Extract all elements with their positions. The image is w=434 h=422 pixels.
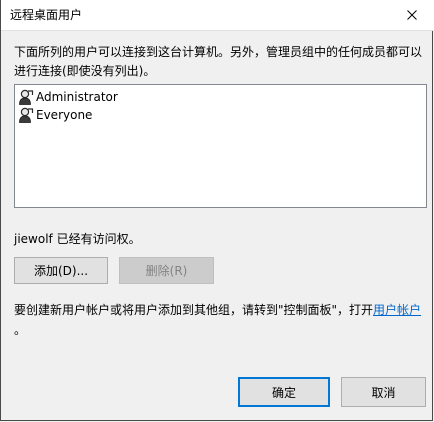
user-name: Administrator [36,90,118,104]
footer-tail: 。 [14,323,27,337]
close-button[interactable] [389,0,434,30]
description-text: 下面所列的用户可以连接到这台计算机。另外，管理员组中的任何成员都可以进行连接(即… [14,45,423,78]
user-icon [19,89,34,105]
close-icon [407,10,417,20]
user-accounts-link[interactable]: 用户帐户 [373,303,421,317]
list-item[interactable]: Everyone [18,106,92,124]
remove-button[interactable]: 删除(R) [119,257,214,284]
footer-message: 要创建新用户帐户或将用户添加到其他组，请转到"控制面板"，打开 [14,303,374,317]
users-listbox[interactable]: Administrator Everyone [14,84,427,208]
footer-text: 要创建新用户帐户或将用户添加到其他组，请转到"控制面板"，打开用户帐户 。 [14,300,424,340]
list-item[interactable]: Administrator [18,88,118,106]
window-title: 远程桌面用户 [10,8,83,22]
add-button[interactable]: 添加(D)... [14,257,108,284]
user-icon [19,107,34,123]
user-name: Everyone [36,108,93,122]
dialog-window: 远程桌面用户 下面所列的用户可以连接到这台计算机。另外，管理员组中的任何成员都可… [0,0,434,421]
title-bar[interactable]: 远程桌面用户 [1,0,434,31]
ok-button[interactable]: 确定 [238,377,330,407]
access-status: jiewolf 已经有访问权。 [14,232,141,246]
cancel-button[interactable]: 取消 [341,377,426,407]
